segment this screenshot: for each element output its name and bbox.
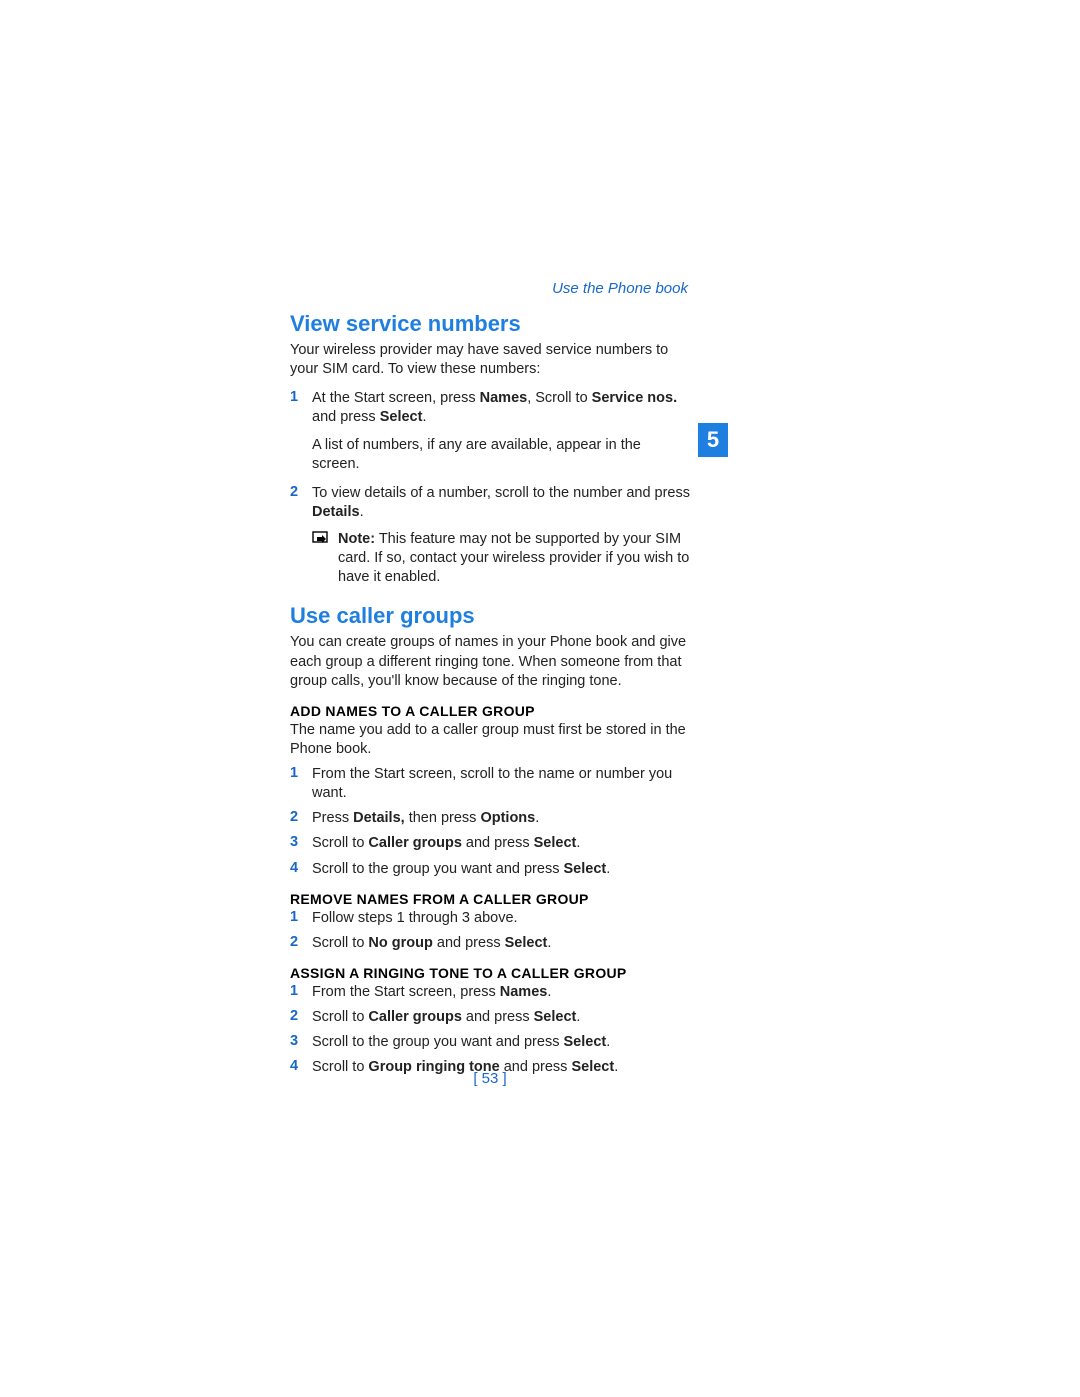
note-icon (312, 530, 338, 587)
step-text: Follow steps 1 through 3 above. (312, 909, 690, 928)
list-item: 1 At the Start screen, press Names, Scro… (290, 389, 690, 427)
chapter-tab: 5 (698, 423, 728, 457)
step-text: Scroll to No group and press Select. (312, 934, 690, 953)
step-text: Scroll to Caller groups and press Select… (312, 834, 690, 853)
step-number: 1 (290, 389, 312, 427)
step-result-text: A list of numbers, if any are available,… (312, 436, 690, 474)
step-text: Scroll to the group you want and press S… (312, 860, 690, 879)
list-item: 3 Scroll to Caller groups and press Sele… (290, 834, 690, 853)
step-text: From the Start screen, scroll to the nam… (312, 765, 690, 803)
step-number: 3 (290, 1033, 312, 1052)
step-number: 1 (290, 983, 312, 1002)
list-item: 1 Follow steps 1 through 3 above. (290, 909, 690, 928)
list-item: 2 To view details of a number, scroll to… (290, 484, 690, 522)
list-item: 1 From the Start screen, press Names. (290, 983, 690, 1002)
list-item: 3 Scroll to the group you want and press… (290, 1033, 690, 1052)
step-number: 2 (290, 484, 312, 522)
subheading-remove-names: REMOVE NAMES FROM A CALLER GROUP (290, 891, 690, 907)
breadcrumb: Use the Phone book (290, 280, 688, 297)
list-item: 2 Press Details, then press Options. (290, 809, 690, 828)
step-number: 4 (290, 860, 312, 879)
page-number: [ 53 ] (290, 1070, 690, 1087)
intro-text: You can create groups of names in your P… (290, 633, 690, 690)
intro-text: Your wireless provider may have saved se… (290, 341, 690, 379)
page-content: Use the Phone book View service numbers … (290, 280, 690, 1085)
step-number: 3 (290, 834, 312, 853)
heading-use-caller-groups: Use caller groups (290, 603, 690, 629)
heading-view-service-numbers: View service numbers (290, 311, 690, 337)
step-text: Press Details, then press Options. (312, 809, 690, 828)
step-text: At the Start screen, press Names, Scroll… (312, 389, 690, 427)
list-item: 4 Scroll to the group you want and press… (290, 860, 690, 879)
step-number: 1 (290, 765, 312, 803)
list-item: 2 Scroll to No group and press Select. (290, 934, 690, 953)
step-text: From the Start screen, press Names. (312, 983, 690, 1002)
step-text: Scroll to Caller groups and press Select… (312, 1008, 690, 1027)
list-item: 2 Scroll to Caller groups and press Sele… (290, 1008, 690, 1027)
step-number: 2 (290, 934, 312, 953)
list-item: 1 From the Start screen, scroll to the n… (290, 765, 690, 803)
subheading-assign-ringing-tone: ASSIGN A RINGING TONE TO A CALLER GROUP (290, 965, 690, 981)
step-number: 1 (290, 909, 312, 928)
step-number: 2 (290, 1008, 312, 1027)
step-text: Scroll to the group you want and press S… (312, 1033, 690, 1052)
sub-intro-text: The name you add to a caller group must … (290, 721, 690, 759)
note-text: Note: This feature may not be supported … (338, 530, 690, 587)
subheading-add-names: ADD NAMES TO A CALLER GROUP (290, 703, 690, 719)
note-block: Note: This feature may not be supported … (312, 530, 690, 587)
step-number: 2 (290, 809, 312, 828)
step-text: To view details of a number, scroll to t… (312, 484, 690, 522)
